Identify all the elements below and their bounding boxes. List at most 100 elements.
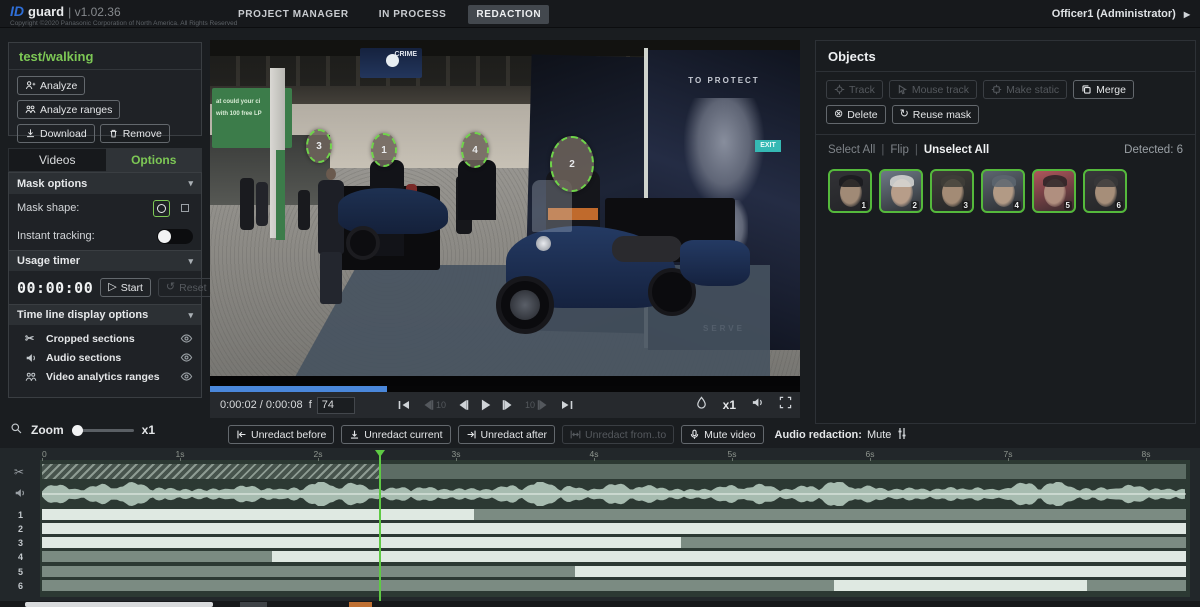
face-mask-1[interactable]: 1 (371, 133, 397, 167)
mask-shape-row: Mask shape: (9, 194, 201, 222)
people-icon (25, 371, 39, 383)
user-menu[interactable]: Officer1 (Administrator) ▶ (1052, 0, 1190, 28)
object-thumbnail-6[interactable]: 6 (1083, 169, 1127, 213)
magnifier-icon (10, 422, 23, 438)
merge-copies-icon (1081, 84, 1092, 95)
nav-tab-redaction[interactable]: REDACTION (468, 5, 549, 24)
timeline-segment-light[interactable] (575, 566, 1186, 577)
tab-videos[interactable]: Videos (8, 148, 106, 172)
timer-start-button[interactable]: ▷Start (100, 278, 151, 297)
volume-icon[interactable] (751, 396, 764, 414)
unredact-from-to-button[interactable]: Unredact from..to (562, 425, 674, 444)
timeline-segment-dark[interactable] (42, 566, 575, 577)
face-mask-3[interactable]: 3 (306, 129, 332, 163)
reuse-mask-button[interactable]: ↻Reuse mask (892, 105, 980, 124)
timeline-segment-dark[interactable] (474, 509, 1186, 520)
zoom-value: x1 (142, 423, 155, 437)
microphone-icon (689, 429, 700, 440)
unredact-current-button[interactable]: Unredact current (341, 425, 450, 444)
object-track-row-3: 3 (0, 537, 1200, 548)
timeline-segment-dark[interactable] (681, 537, 1186, 548)
frame-back-button[interactable] (456, 399, 469, 411)
mask-shape-square-button[interactable] (176, 200, 193, 217)
playback-speed[interactable]: x1 (723, 398, 736, 412)
timeline-segment-dark[interactable] (1087, 580, 1186, 591)
timeline-scrollbar (0, 601, 1200, 607)
face-mask-2[interactable]: 2 (550, 136, 594, 192)
make-static-button[interactable]: Make static (983, 80, 1067, 99)
forward-10-frames-button[interactable]: 10 (525, 399, 550, 411)
frame-forward-button[interactable] (502, 399, 515, 411)
visibility-eye-icon[interactable] (180, 370, 193, 383)
section-timeline-display[interactable]: Time line display options▾ (9, 304, 201, 325)
object-thumbnail-3[interactable]: 3 (930, 169, 974, 213)
nav-tab-project-manager[interactable]: PROJECT MANAGER (230, 5, 357, 24)
play-icon: ▷ (108, 282, 116, 293)
user-menu-arrow-icon: ▶ (1184, 10, 1190, 19)
unselect-all-link[interactable]: Unselect All (924, 144, 989, 156)
timeline-segment-light[interactable] (272, 551, 1186, 562)
timeline-segment-light[interactable] (42, 537, 681, 548)
fullscreen-icon[interactable] (779, 396, 792, 414)
zoom-slider-knob[interactable] (72, 425, 83, 436)
zoom-slider[interactable] (72, 429, 134, 432)
unredact-after-button[interactable]: Unredact after (458, 425, 556, 444)
timeline-segment-dark[interactable] (42, 580, 834, 591)
object-thumbnail-5[interactable]: 5 (1032, 169, 1076, 213)
unredact-before-button[interactable]: Unredact before (228, 425, 334, 444)
instant-tracking-toggle[interactable] (157, 229, 193, 244)
playhead-handle[interactable] (375, 450, 385, 457)
nav-tab-in-process[interactable]: IN PROCESS (371, 5, 455, 24)
tab-options[interactable]: Options (106, 148, 203, 172)
object-thumbnail-2[interactable]: 2 (879, 169, 923, 213)
mouse-track-button[interactable]: Mouse track (889, 80, 977, 99)
analyze-button[interactable]: Analyze (17, 76, 85, 95)
range-arrows-icon (570, 429, 581, 440)
timeline-zoom-control: Zoom x1 (10, 422, 155, 438)
visibility-eye-icon[interactable] (180, 351, 193, 364)
track-row-number: 1 (18, 510, 23, 520)
timeline-segment-light[interactable] (834, 580, 1087, 591)
timeline-segment-dark[interactable] (42, 551, 272, 562)
object-thumbnail-1[interactable]: 1 (828, 169, 872, 213)
timer-reset-button[interactable]: ↺Reset (158, 278, 215, 297)
section-mask-options[interactable]: Mask options▾ (9, 173, 201, 194)
section-usage-timer[interactable]: Usage timer▾ (9, 250, 201, 271)
download-button[interactable]: Download (17, 124, 95, 143)
visibility-eye-icon[interactable] (180, 332, 193, 345)
skip-to-start-button[interactable] (398, 399, 411, 411)
thumbnail-number: 4 (1013, 201, 1021, 210)
flip-link[interactable]: Flip (890, 144, 909, 156)
select-all-link[interactable]: Select All (828, 144, 875, 156)
timeline-playhead[interactable] (379, 454, 381, 601)
cursor-icon (897, 84, 908, 95)
back-10-frames-button[interactable]: 10 (421, 399, 446, 411)
audio-waveform[interactable] (42, 481, 1186, 512)
video-viewport[interactable]: at could your ciwith 100 free LP CRIME T… (210, 40, 800, 386)
track-button[interactable]: Track (826, 80, 883, 99)
timeline-segment-light[interactable] (42, 509, 474, 520)
face-mask-4[interactable]: 4 (461, 132, 489, 168)
skip-to-end-button[interactable] (560, 399, 573, 411)
delete-button[interactable]: ⊗Delete (826, 105, 886, 124)
reuse-icon: ↻ (900, 109, 909, 120)
mute-video-button[interactable]: Mute video (681, 425, 763, 444)
play-button[interactable] (479, 399, 492, 411)
scrollbar-thumb[interactable] (25, 602, 213, 607)
arrow-to-bar-left-icon (236, 429, 247, 440)
mask-shape-circle-button[interactable] (153, 200, 170, 217)
merge-button[interactable]: Merge (1073, 80, 1134, 99)
instant-tracking-label: Instant tracking: (17, 230, 95, 242)
audio-filter-sliders-icon[interactable] (896, 427, 908, 443)
objects-title: Objects (816, 41, 1195, 72)
usage-timer-row: 00:00:00 ▷Start ↺Reset (9, 271, 201, 304)
timeline-segment-solid[interactable] (379, 464, 1186, 479)
mask-opacity-droplet-icon[interactable] (695, 396, 708, 414)
timeline-segment-light[interactable] (42, 523, 1186, 534)
frame-number-input[interactable] (317, 397, 355, 414)
remove-button[interactable]: Remove (100, 124, 170, 143)
analyze-ranges-button[interactable]: Analyze ranges (17, 100, 120, 119)
timeline-segment-hatch[interactable] (42, 464, 379, 479)
object-thumbnail-4[interactable]: 4 (981, 169, 1025, 213)
scrollbar-marker-orange (349, 602, 372, 607)
